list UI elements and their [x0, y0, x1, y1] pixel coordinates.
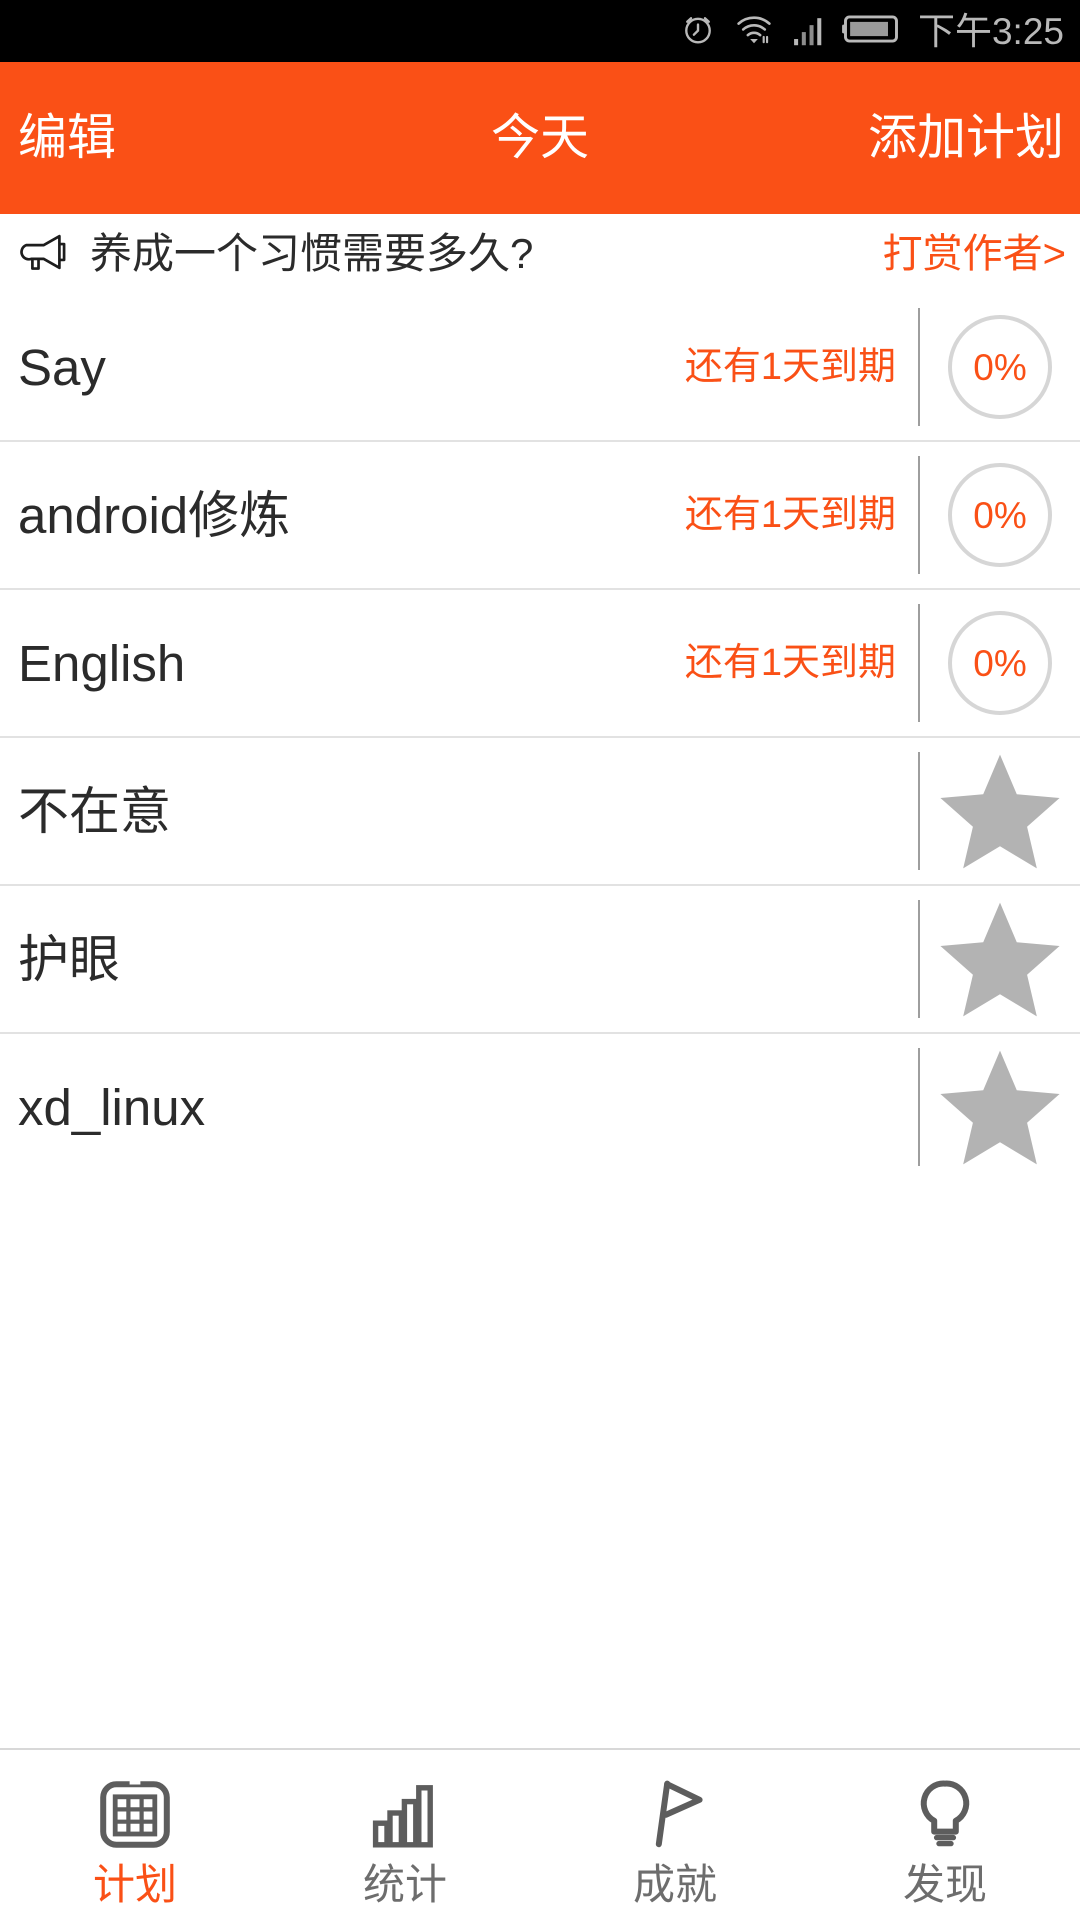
table-row[interactable]: xd_linux — [0, 1034, 1080, 1182]
app-screen: 下午3:25 编辑 今天 添加计划 养成一个习惯需要多久? 打赏作者> Say … — [0, 0, 1080, 1920]
app-bar: 编辑 今天 添加计划 — [0, 62, 1080, 214]
plan-list: Say 还有1天到期 0% android修炼 还有1天到期 0% Englis… — [0, 294, 1080, 1748]
progress-value: 0% — [973, 346, 1027, 388]
progress-value: 0% — [973, 494, 1027, 536]
plan-status[interactable]: 0% — [920, 313, 1080, 421]
bottom-tab-bar: 计划 统计 成就 发现 — [0, 1748, 1080, 1920]
plan-title: Say — [18, 338, 106, 396]
progress-value: 0% — [973, 642, 1027, 684]
plan-title: xd_linux — [18, 1078, 206, 1136]
tab-label: 成就 — [632, 1861, 717, 1908]
battery-icon — [842, 12, 904, 51]
plan-title: android修炼 — [18, 486, 291, 544]
promo-banner[interactable]: 养成一个习惯需要多久? 打赏作者> — [0, 214, 1080, 294]
status-bar: 下午3:25 — [0, 0, 1080, 62]
progress-ring: 0% — [946, 461, 1054, 569]
flag-icon — [636, 1770, 714, 1856]
plan-title: 护眼 — [18, 930, 121, 988]
table-row[interactable]: 不在意 — [0, 738, 1080, 886]
edit-button[interactable]: 编辑 — [18, 113, 116, 163]
star-icon — [935, 1042, 1065, 1172]
plan-due-label: 还有1天到期 — [684, 494, 896, 536]
star-icon — [935, 894, 1065, 1024]
progress-ring: 0% — [946, 609, 1054, 717]
table-row[interactable]: English 还有1天到期 0% — [0, 590, 1080, 738]
plan-status[interactable]: 0% — [920, 609, 1080, 717]
plan-due-label: 还有1天到期 — [684, 642, 896, 684]
lightbulb-icon — [906, 1770, 984, 1856]
tab-achievements[interactable]: 成就 — [540, 1750, 810, 1920]
plan-status[interactable] — [920, 894, 1080, 1024]
wifi-icon — [734, 10, 774, 53]
status-bar-clock: 下午3:25 — [917, 10, 1064, 52]
signal-icon — [791, 10, 825, 53]
plan-title: 不在意 — [18, 782, 172, 840]
table-row[interactable]: Say 还有1天到期 0% — [0, 294, 1080, 442]
table-row[interactable]: 护眼 — [0, 886, 1080, 1034]
tab-label: 发现 — [902, 1861, 987, 1908]
plan-status[interactable] — [920, 1042, 1080, 1172]
tab-plans[interactable]: 计划 — [0, 1750, 270, 1920]
tab-label: 计划 — [92, 1861, 177, 1908]
alarm-icon — [679, 10, 717, 53]
plan-title: English — [18, 634, 186, 692]
calendar-grid-icon — [96, 1770, 174, 1856]
tab-discover[interactable]: 发现 — [810, 1750, 1080, 1920]
reward-author-link[interactable]: 打赏作者> — [883, 234, 1066, 274]
table-row[interactable]: android修炼 还有1天到期 0% — [0, 442, 1080, 590]
tab-statistics[interactable]: 统计 — [270, 1750, 540, 1920]
add-plan-button[interactable]: 添加计划 — [868, 113, 1064, 163]
page-title: 今天 — [490, 110, 590, 165]
bar-chart-icon — [366, 1770, 444, 1856]
star-icon — [935, 746, 1065, 876]
plan-status[interactable] — [920, 746, 1080, 876]
megaphone-icon — [18, 230, 72, 279]
tab-label: 统计 — [362, 1861, 447, 1908]
plan-due-label: 还有1天到期 — [684, 346, 896, 388]
progress-ring: 0% — [946, 313, 1054, 421]
status-bar-icons — [679, 10, 904, 53]
promo-banner-left: 养成一个习惯需要多久? — [18, 230, 883, 279]
promo-banner-text: 养成一个习惯需要多久? — [90, 230, 534, 277]
plan-status[interactable]: 0% — [920, 461, 1080, 569]
